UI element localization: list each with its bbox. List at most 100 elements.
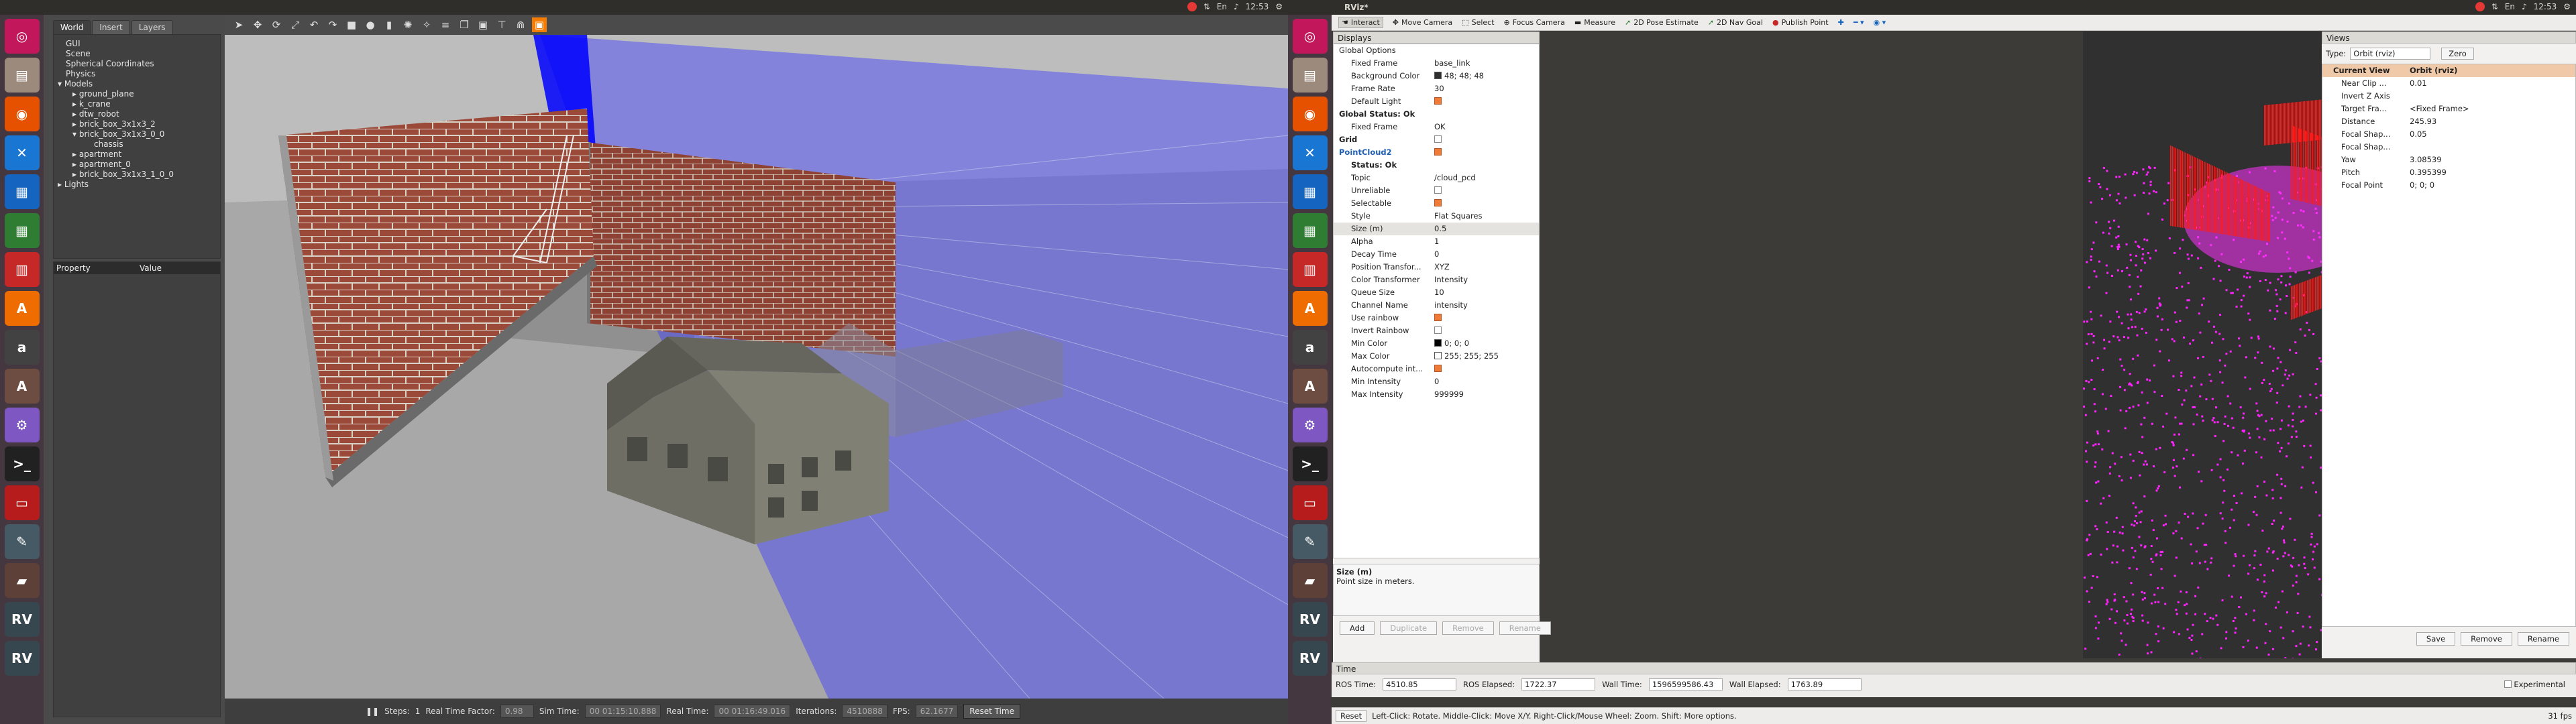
remove-view-button[interactable]: Remove [2461,632,2512,646]
view-row[interactable]: Focal Point 0; 0; 0 [2322,179,2575,192]
color-swatch[interactable] [1434,339,1442,347]
save-view-button[interactable]: Save [2416,632,2456,646]
display-row[interactable]: Channel Name intensity [1334,299,1539,312]
view-row[interactable]: Focal Shap... [2322,141,2575,154]
experimental-checkbox[interactable] [2504,680,2512,688]
clock[interactable]: 12:53 [1246,2,1269,11]
tool-measure[interactable]: ▬ Measure [1574,18,1615,27]
display-row[interactable]: Selectable [1334,197,1539,210]
tree-item-model[interactable]: ▸ k_crane [56,99,217,109]
tab-world[interactable]: World [53,20,91,34]
view-row[interactable]: Pitch 0.395399 [2322,166,2575,179]
writer-icon[interactable]: ▦ [1292,174,1328,209]
vscode-icon[interactable]: ✕ [1292,135,1328,170]
tool-move-camera[interactable]: ✥ Move Camera [1393,18,1452,27]
tree-item-physics[interactable]: Physics [56,69,217,79]
display-row-value[interactable]: 0; 0; 0 [1434,337,1539,350]
display-row-value[interactable] [1434,197,1539,210]
pause-icon[interactable]: ❚❚ [366,707,379,716]
tree-item-model[interactable]: ▾ brick_box_3x1x3_0_0 [56,129,217,139]
display-row[interactable]: Grid [1334,133,1539,146]
tree-item-model[interactable]: ▸ ground_plane [56,89,217,99]
view-row[interactable]: Near Clip ... 0.01 [2322,77,2575,90]
view-row[interactable]: Target Fra... <Fixed Frame> [2322,103,2575,115]
display-row-value[interactable]: 10 [1434,286,1539,299]
display-row-value[interactable]: Intensity [1434,274,1539,286]
gazebo-app-icon[interactable]: ▰ [1292,563,1328,598]
display-row-value[interactable] [1434,312,1539,324]
checkbox[interactable] [1434,326,1442,334]
updater-icon[interactable]: A [1292,369,1328,404]
tree-item-scene[interactable]: Scene [56,49,217,59]
select-arrow-icon[interactable]: ➤ [231,17,246,32]
amazon-icon[interactable]: a [4,330,40,365]
display-row[interactable]: Queue Size 10 [1334,286,1539,299]
screenshot-icon[interactable]: ▣ [532,17,547,32]
terminal-icon[interactable]: >_ [1292,446,1328,481]
display-row-value[interactable]: 48; 48; 48 [1434,70,1539,82]
system-settings-icon[interactable]: ⚙ [1292,408,1328,442]
display-row-value[interactable] [1434,133,1539,146]
tree-item-model[interactable]: ▸ dtw_robot [56,109,217,119]
view-row[interactable]: Focal Shap... 0.05 [2322,128,2575,141]
rviz-app-icon-2[interactable]: RV [4,641,40,676]
display-row[interactable]: Default Light [1334,95,1539,108]
display-row[interactable]: Unreliable [1334,184,1539,197]
display-row[interactable]: Fixed Frame base_link [1334,57,1539,70]
power-indicator-icon[interactable] [2475,2,2485,11]
display-row-value[interactable]: /cloud_pcd [1434,172,1539,184]
display-row[interactable]: Decay Time 0 [1334,248,1539,261]
tool-add[interactable]: ✚ [1838,18,1844,27]
keyboard-layout[interactable]: En [1217,2,1227,11]
volume-icon[interactable]: ♪ [2522,2,2527,11]
calc-icon[interactable]: ▦ [1292,213,1328,248]
spot-light-icon[interactable]: ✧ [419,17,434,32]
display-row[interactable]: Size (m) 0.5 [1334,223,1539,235]
display-row-value[interactable] [1434,159,1539,172]
display-row[interactable]: Global Options [1334,44,1539,57]
editor-icon[interactable]: ✎ [4,524,40,559]
scale-icon[interactable]: ⤢ [288,17,303,32]
wall-elapsed-field[interactable]: 1763.89 [1787,678,1862,690]
align-icon[interactable]: ⊤ [494,17,509,32]
tree-item-model[interactable]: ▸ brick_box_3x1x3_1_0_0 [56,170,217,180]
tool-interact[interactable]: ☚ Interact [1338,17,1383,28]
tree-item-link[interactable]: chassis [56,139,217,149]
wall-time-field[interactable]: 1596599586.43 [1648,678,1723,690]
keyboard-layout[interactable]: En [2505,2,2515,11]
remove-button[interactable]: Remove [1442,621,1494,635]
impress-icon[interactable]: ▥ [1292,252,1328,287]
display-row-value[interactable] [1434,108,1539,121]
display-row[interactable]: Min Intensity 0 [1334,375,1539,388]
tab-layers[interactable]: Layers [131,20,173,34]
checkbox[interactable] [1434,199,1442,206]
firefox-icon[interactable]: ◉ [1292,97,1328,131]
display-row[interactable]: Use rainbow [1334,312,1539,324]
calc-icon[interactable]: ▦ [4,213,40,248]
display-row[interactable]: Background Color 48; 48; 48 [1334,70,1539,82]
display-row-value[interactable]: 0 [1434,248,1539,261]
steps-value[interactable]: 1 [415,707,421,716]
display-row-value[interactable]: 30 [1434,82,1539,95]
gazebo-3d-view[interactable] [225,35,1288,699]
zero-button[interactable]: Zero [2441,48,2474,60]
display-row[interactable]: Color Transformer Intensity [1334,274,1539,286]
duplicate-button[interactable]: Duplicate [1380,621,1438,635]
tree-item-lights[interactable]: ▸ Lights [56,180,217,190]
system-settings-icon[interactable]: ⚙ [4,408,40,442]
tree-item-models[interactable]: ▾ Models [56,79,217,89]
checkbox[interactable] [1434,314,1442,321]
amazon-icon[interactable]: a [1292,330,1328,365]
display-row-value[interactable]: 1 [1434,235,1539,248]
gazebo-app-icon[interactable]: ▰ [4,563,40,598]
ubuntu-dash-icon[interactable]: ◎ [4,19,40,54]
color-swatch[interactable] [1434,72,1442,79]
tool-focus-camera[interactable]: ⊕ Focus Camera [1504,18,1565,27]
clock[interactable]: 12:53 [2534,2,2557,11]
impress-icon[interactable]: ▥ [4,252,40,287]
view-type-select[interactable]: Orbit (rviz) [2350,48,2431,60]
tab-insert[interactable]: Insert [92,20,130,34]
display-row[interactable]: Style Flat Squares [1334,210,1539,223]
firefox-icon[interactable]: ◉ [4,97,40,131]
rviz-app-icon-2[interactable]: RV [1292,641,1328,676]
